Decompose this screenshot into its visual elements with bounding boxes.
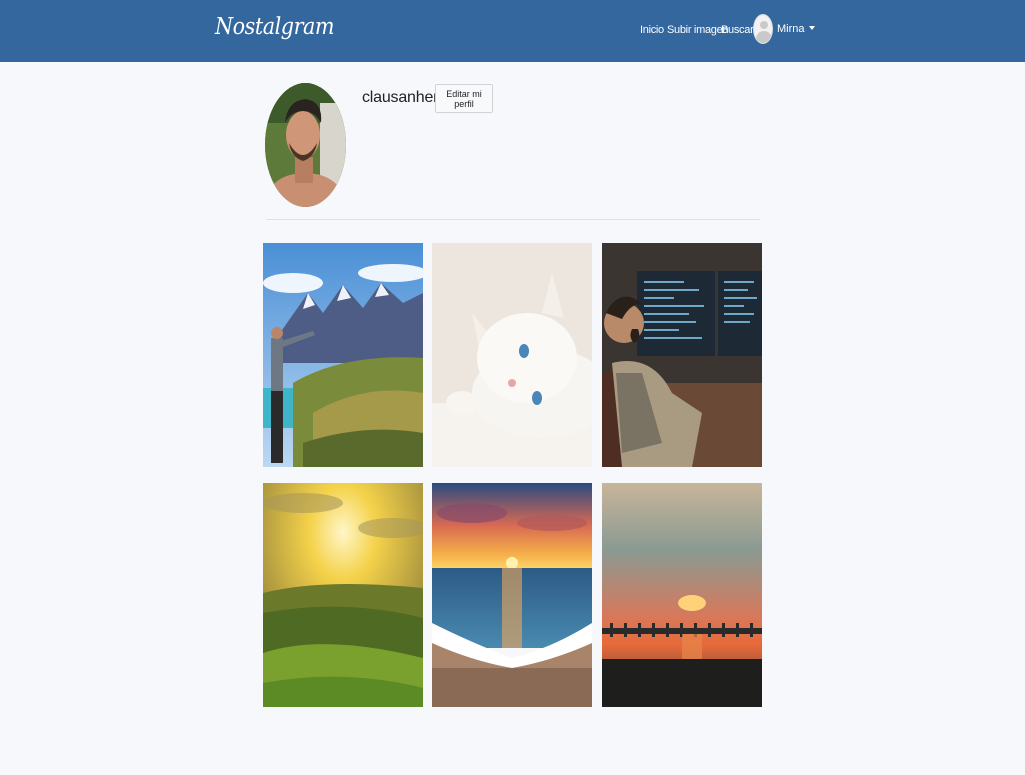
- edit-profile-button[interactable]: Editar mi perfil: [435, 84, 493, 113]
- nav-link-buscar[interactable]: Buscar: [721, 24, 754, 36]
- caret-down-icon: [808, 26, 815, 30]
- profile-username: clausanher: [362, 89, 439, 106]
- user-menu-dropdown[interactable]: Mirna: [753, 14, 815, 44]
- nav-link-subir-imagen[interactable]: Subir imagen: [667, 24, 729, 36]
- post-thumbnail-white-kitten[interactable]: [432, 243, 592, 467]
- post-thumbnail-sunrise-hills[interactable]: [263, 483, 423, 707]
- profile-avatar: [265, 83, 346, 207]
- user-avatar-icon: [753, 14, 773, 44]
- nav-link-inicio[interactable]: Inicio: [640, 24, 664, 36]
- post-thumbnail-programmer-at-desk[interactable]: [602, 243, 762, 467]
- user-menu-name: Mirna: [777, 23, 805, 35]
- post-thumbnail-pier-sunset[interactable]: [602, 483, 762, 707]
- post-thumbnail-mountain-hiker[interactable]: [263, 243, 423, 467]
- top-navbar: Nostalgram Inicio Subir imagen Buscar Mi…: [0, 0, 1025, 62]
- post-thumbnail-ocean-sunset-waves[interactable]: [432, 483, 592, 707]
- brand-logo[interactable]: Nostalgram: [215, 14, 335, 40]
- profile-divider: [266, 219, 760, 220]
